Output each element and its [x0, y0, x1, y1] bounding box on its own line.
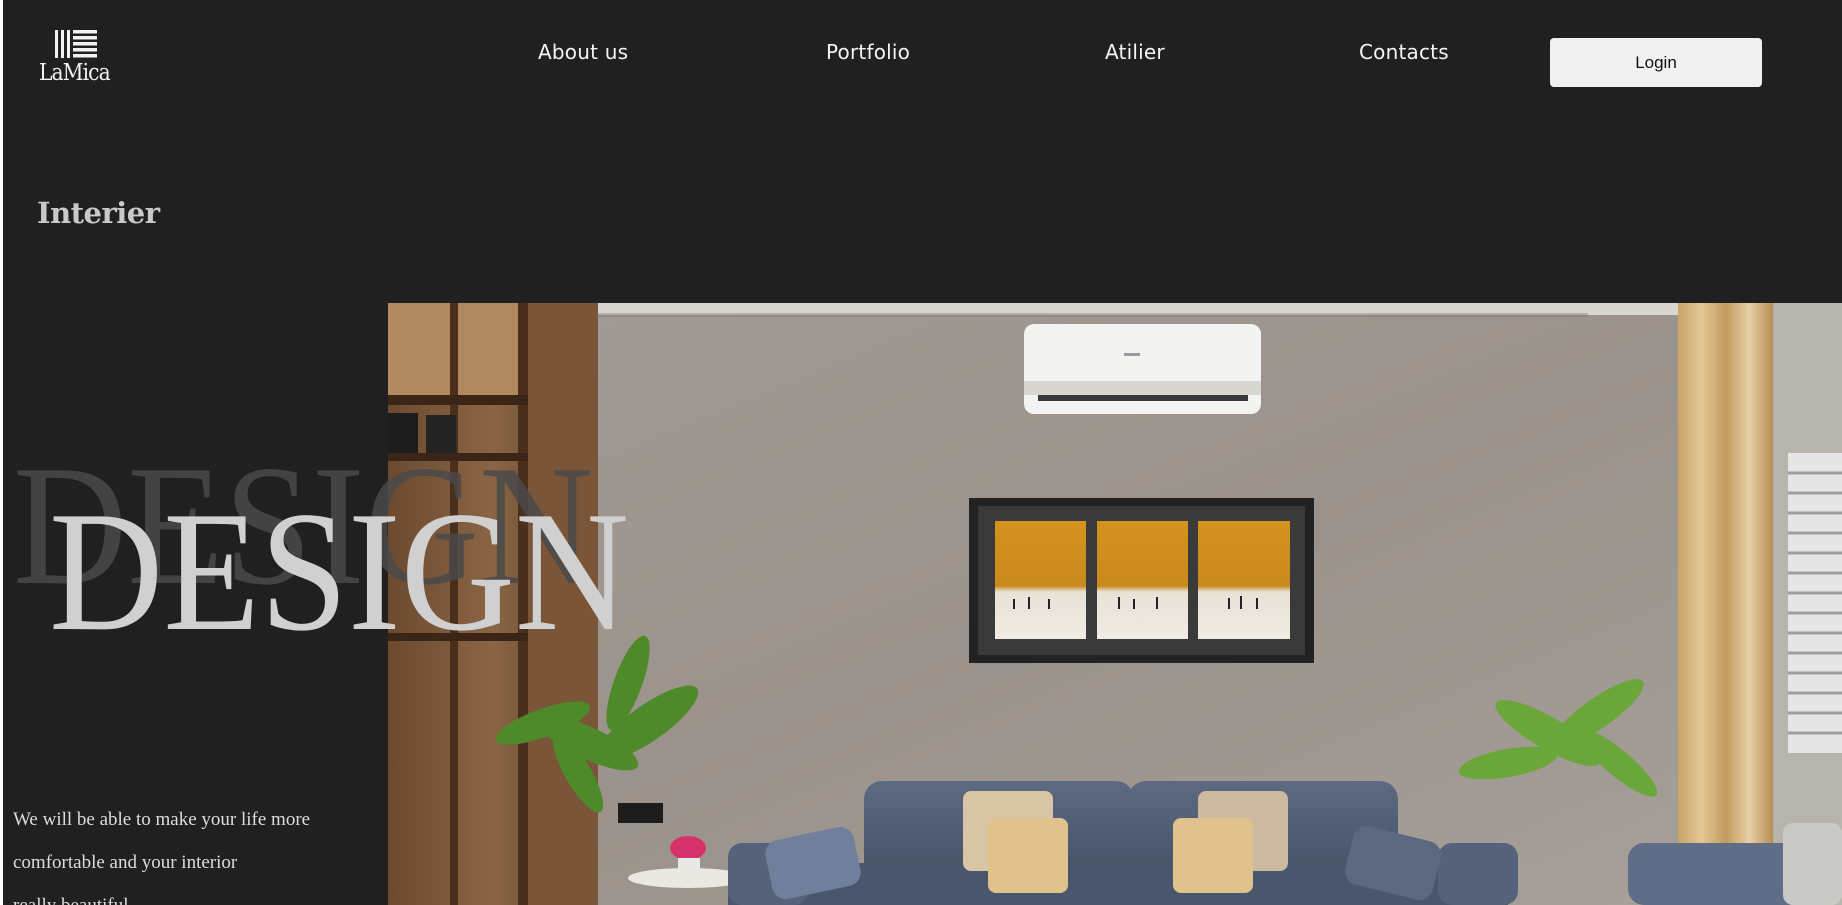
headline: DESIGN	[49, 477, 630, 667]
logo-text: LaMica	[39, 60, 111, 86]
stripes-logo-icon	[55, 30, 97, 58]
login-button[interactable]: Login	[1550, 38, 1762, 87]
page: LaMica About us Portfolio Atilier Contac…	[3, 0, 1842, 905]
tagline-line: We will be able to make your life more	[13, 809, 311, 830]
tagline-line: really beautiful	[13, 884, 373, 905]
nav-about-us[interactable]: About us	[538, 40, 628, 64]
nav-contacts[interactable]: Contacts	[1359, 40, 1449, 64]
logo-link[interactable]: LaMica	[39, 30, 119, 90]
tagline-line: comfortable and your interior	[13, 852, 238, 873]
tagline: We will be able to make your life more c…	[13, 798, 373, 905]
nav-portfolio[interactable]: Portfolio	[826, 40, 910, 64]
section-title: Interier	[37, 196, 160, 230]
nav-atilier[interactable]: Atilier	[1105, 40, 1165, 64]
